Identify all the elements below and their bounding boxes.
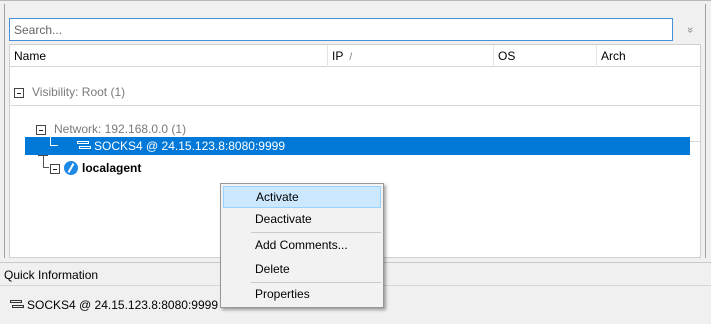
chevron-double-down-icon: » — [684, 26, 696, 33]
tree-connector — [50, 135, 58, 146]
column-label: IP — [332, 49, 344, 63]
collapse-icon[interactable] — [50, 163, 60, 174]
quick-info-title: Quick Information — [4, 268, 99, 282]
quick-info-value: SOCKS4 @ 24.15.123.8:8080:9999 — [27, 298, 218, 312]
menu-item-activate[interactable]: Activate — [223, 186, 381, 208]
tree-connector — [43, 155, 49, 168]
main-window: » Name IP/ OS Arch Visibility: Root (1) … — [0, 0, 711, 324]
collapse-icon[interactable] — [36, 124, 46, 135]
menu-item-add-comments[interactable]: Add Comments... — [223, 234, 381, 256]
group-row-visibility[interactable]: Visibility: Root (1) — [10, 81, 700, 103]
menu-item-delete[interactable]: Delete — [223, 258, 381, 280]
agent-name: localagent — [82, 161, 142, 175]
sort-indicator-icon: / — [349, 52, 353, 63]
menu-item-label: Add Comments... — [255, 238, 348, 252]
table-row-pivot-selected[interactable]: SOCKS4 @ 24.15.123.8:8080:9999 — [25, 135, 690, 155]
divider — [10, 105, 700, 106]
agent-icon — [64, 161, 78, 175]
menu-item-properties[interactable]: Properties — [223, 283, 381, 305]
agent-name-cell: localagent — [50, 159, 330, 177]
context-menu: Activate Deactivate Add Comments... Dele… — [220, 183, 384, 308]
menu-item-label: Delete — [255, 262, 290, 276]
right-border — [705, 4, 706, 258]
search-input[interactable] — [9, 18, 673, 41]
socks-proxy-icon — [77, 140, 91, 152]
menu-item-label: Deactivate — [255, 212, 312, 226]
left-border — [4, 4, 5, 258]
collapse-icon[interactable] — [14, 87, 24, 98]
expand-search-icon[interactable]: » — [679, 18, 701, 41]
column-header-os[interactable]: OS — [494, 45, 597, 67]
pivot-name-cell: SOCKS4 @ 24.15.123.8:8080:9999 — [77, 137, 285, 155]
column-header-name[interactable]: Name — [10, 45, 328, 67]
menu-item-deactivate[interactable]: Deactivate — [223, 208, 381, 230]
pivot-name: SOCKS4 @ 24.15.123.8:8080:9999 — [94, 139, 285, 153]
menu-separator — [251, 232, 381, 233]
socks-proxy-icon — [10, 299, 24, 311]
table-header: Name IP / OS Arch — [10, 45, 700, 67]
column-label: Name — [14, 49, 47, 63]
menu-item-label: Properties — [255, 287, 310, 301]
column-label: OS — [498, 49, 516, 63]
table-row-agent[interactable]: localagent — [10, 155, 700, 177]
column-header-ip[interactable]: IP / — [328, 45, 494, 67]
group-label: Visibility: Root (1) — [32, 85, 126, 99]
top-border — [0, 0, 711, 1]
group-label: Network: 192.168.0.0 (1) — [54, 122, 187, 136]
column-label: Arch — [601, 49, 626, 63]
column-header-arch[interactable]: Arch — [597, 45, 700, 67]
search-bar: » — [9, 18, 701, 42]
menu-item-label: Activate — [256, 190, 299, 204]
